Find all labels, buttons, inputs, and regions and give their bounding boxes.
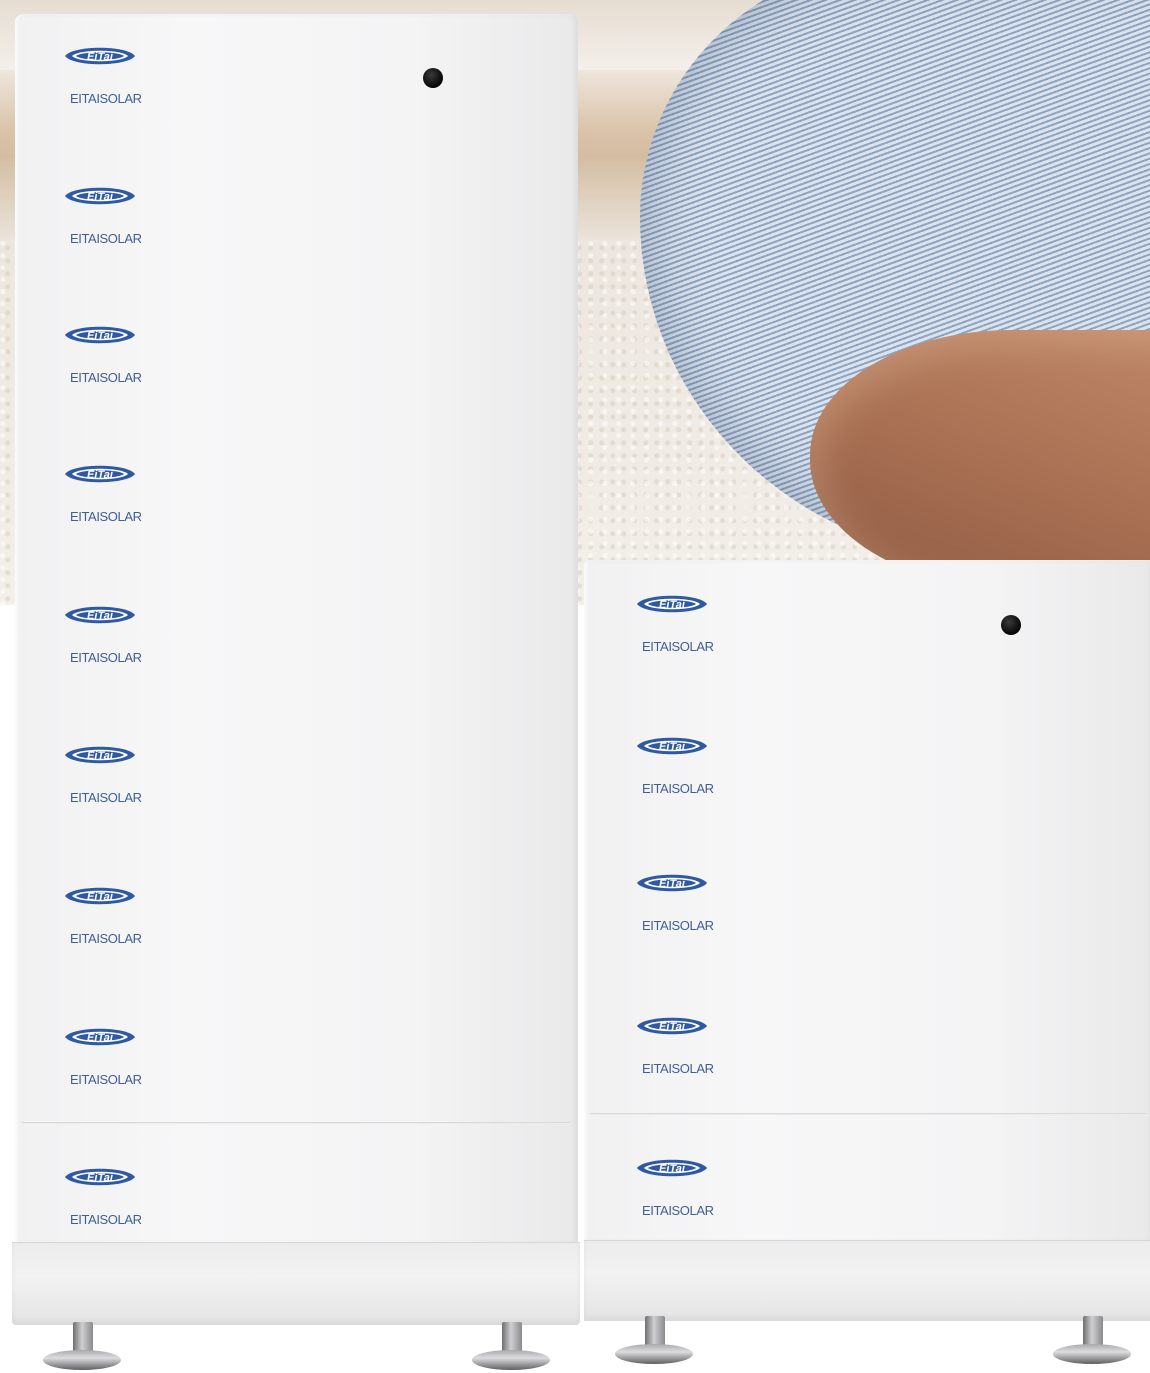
battery-module: EiTai EITAISOLAR — [635, 1015, 725, 1105]
eitai-logo-icon: EiTai — [637, 595, 707, 613]
eitai-logo-icon: EiTai — [65, 887, 135, 905]
battery-module: EiTai EITAISOLAR — [63, 463, 153, 553]
battery-module: EiTai EITAISOLAR — [63, 744, 153, 834]
svg-text:EiTai: EiTai — [87, 1032, 114, 1044]
battery-module: EiTai EITAISOLAR — [635, 1157, 725, 1247]
battery-module: EiTai EITAISOLAR — [63, 1026, 153, 1116]
product-photo: EiTai EITAISOLAR EiTai EITAISOLAR EiTai … — [0, 0, 1150, 1373]
svg-text:EiTai: EiTai — [87, 750, 114, 762]
svg-text:EiTai: EiTai — [659, 741, 686, 753]
svg-text:EiTai: EiTai — [87, 191, 114, 203]
eitai-logo-icon: EiTai — [65, 465, 135, 483]
svg-text:EiTai: EiTai — [659, 1021, 686, 1033]
battery-module: EiTai EITAISOLAR — [63, 185, 153, 275]
module-seam — [22, 1122, 570, 1124]
eitai-logo-icon: EiTai — [65, 1028, 135, 1046]
leveling-foot — [615, 1316, 695, 1368]
battery-module: EiTai EITAISOLAR — [63, 604, 153, 694]
eitai-logo-icon: EiTai — [65, 187, 135, 205]
svg-text:EiTai: EiTai — [659, 1163, 686, 1175]
eitai-logo-icon: EiTai — [637, 874, 707, 892]
brand-label: EITAISOLAR — [70, 650, 142, 665]
eitai-logo-icon: EiTai — [637, 737, 707, 755]
battery-module: EiTai EITAISOLAR — [63, 885, 153, 975]
brand-label: EITAISOLAR — [70, 931, 142, 946]
battery-module: EiTai EITAISOLAR — [635, 735, 725, 825]
brand-label: EITAISOLAR — [70, 1212, 142, 1227]
status-indicator-light — [1001, 615, 1021, 635]
eitai-logo-icon: EiTai — [65, 606, 135, 624]
eitai-logo-icon: EiTai — [637, 1159, 707, 1177]
svg-text:EiTai: EiTai — [87, 469, 114, 481]
brand-label: EITAISOLAR — [70, 91, 142, 106]
battery-module: EiTai EITAISOLAR — [63, 1166, 153, 1256]
eitai-logo-icon: EiTai — [637, 1017, 707, 1035]
brand-label: EITAISOLAR — [642, 639, 714, 654]
svg-text:EiTai: EiTai — [659, 599, 686, 611]
leveling-foot — [472, 1322, 552, 1373]
svg-text:EiTai: EiTai — [659, 878, 686, 890]
brand-label: EITAISOLAR — [642, 1203, 714, 1218]
brand-label: EITAISOLAR — [70, 790, 142, 805]
brand-label: EITAISOLAR — [642, 1061, 714, 1076]
svg-text:EiTai: EiTai — [87, 610, 114, 622]
eitai-logo-icon: EiTai — [65, 1168, 135, 1186]
eitai-logo-icon: EiTai — [65, 47, 135, 65]
status-indicator-light — [423, 68, 443, 88]
battery-module: EiTai EITAISOLAR — [63, 324, 153, 414]
brand-label: EITAISOLAR — [70, 231, 142, 246]
battery-module: EiTai EITAISOLAR — [635, 872, 725, 962]
battery-module: EiTai EITAISOLAR — [63, 45, 153, 135]
svg-text:EiTai: EiTai — [87, 891, 114, 903]
battery-module: EiTai EITAISOLAR — [635, 593, 725, 683]
brand-label: EITAISOLAR — [642, 781, 714, 796]
brand-label: EITAISOLAR — [642, 918, 714, 933]
brand-label: EITAISOLAR — [70, 509, 142, 524]
svg-text:EiTai: EiTai — [87, 1172, 114, 1184]
svg-text:EiTai: EiTai — [87, 330, 114, 342]
svg-text:EiTai: EiTai — [87, 51, 114, 63]
battery-base-short — [584, 1240, 1150, 1321]
module-seam — [590, 1113, 1146, 1115]
leveling-foot — [1053, 1316, 1133, 1368]
brand-label: EITAISOLAR — [70, 370, 142, 385]
brand-label: EITAISOLAR — [70, 1072, 142, 1087]
eitai-logo-icon: EiTai — [65, 746, 135, 764]
eitai-logo-icon: EiTai — [65, 326, 135, 344]
leveling-foot — [43, 1322, 123, 1373]
